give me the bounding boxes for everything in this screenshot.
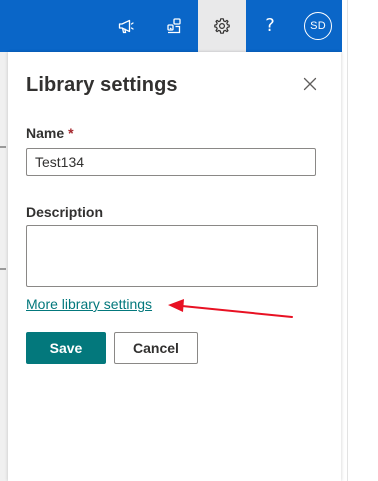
library-settings-panel: Library settings Name* Description More … (8, 52, 341, 481)
settings-button[interactable] (198, 0, 246, 52)
close-button[interactable] (300, 76, 320, 96)
save-button[interactable]: Save (26, 332, 106, 364)
description-label: Description (26, 204, 104, 220)
background-divider (347, 0, 348, 481)
announcements-button[interactable] (102, 0, 150, 52)
name-input[interactable] (26, 148, 316, 176)
background-right-edge (342, 0, 378, 481)
background-page-edge (0, 0, 8, 481)
suite-bar: ? SD (0, 0, 342, 52)
name-label: Name * (26, 125, 74, 141)
required-marker: * (68, 125, 74, 141)
app-switch-button[interactable] (150, 0, 198, 52)
page: ? SD Library settings Name* Description … (0, 0, 378, 481)
account-button[interactable]: SD (294, 0, 342, 52)
description-input[interactable] (26, 225, 318, 287)
gear-icon (213, 17, 231, 35)
background-mark (0, 146, 6, 148)
apps-switch-icon (165, 17, 183, 35)
cancel-button[interactable]: Cancel (114, 332, 198, 364)
more-library-settings-link[interactable]: More library settings (26, 296, 152, 312)
help-icon: ? (265, 15, 275, 36)
help-button[interactable]: ? (246, 0, 294, 52)
background-mark (0, 268, 6, 270)
panel-title: Library settings (26, 74, 178, 96)
close-icon (303, 77, 317, 96)
megaphone-icon (117, 17, 135, 35)
name-label-text: Name (26, 125, 65, 141)
avatar: SD (304, 12, 332, 40)
